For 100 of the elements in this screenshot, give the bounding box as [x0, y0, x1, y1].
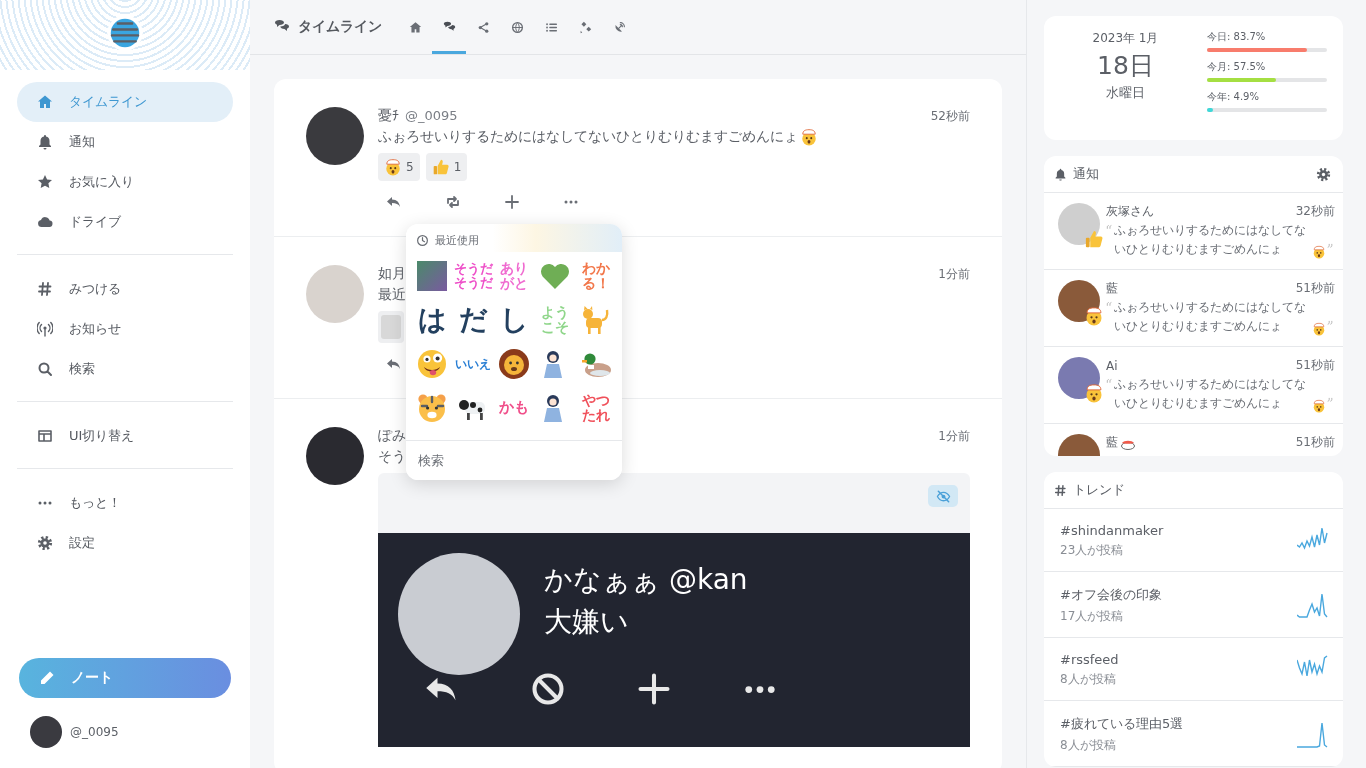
post-text: ふぉろせいりするためにはなしてないひとりむりむますごめんにょ	[378, 128, 798, 146]
notification-time: 51秒前	[1295, 280, 1335, 297]
shocked-face-icon	[1084, 383, 1104, 403]
user-name[interactable]: 灰塚さん	[1106, 203, 1154, 220]
progress-label: 今年: 4.9%	[1207, 90, 1260, 104]
day: 18日	[1097, 49, 1154, 82]
hide-image-button[interactable]	[928, 485, 958, 507]
user-name[interactable]: Ai	[1106, 358, 1118, 373]
nav-item[interactable]: 通知	[17, 122, 233, 162]
open-quote-icon	[1106, 224, 1113, 231]
user-name[interactable]: 如月	[378, 265, 406, 283]
progress-label: 今月: 57.5%	[1207, 60, 1267, 74]
open-quote-icon	[1106, 301, 1113, 308]
clock-icon	[416, 234, 429, 247]
repost-icon	[445, 194, 461, 210]
nav-item[interactable]: もっと！	[17, 483, 233, 523]
post-text: そう	[378, 448, 406, 466]
thumbs-up-icon	[1084, 229, 1104, 249]
trend-count: 8人が投稿	[1060, 671, 1117, 688]
search-icon	[37, 361, 53, 377]
avatar[interactable]	[30, 716, 62, 748]
bell-icon	[1054, 167, 1067, 181]
user-name[interactable]: ぽみ	[378, 427, 406, 445]
shocked-face-icon	[1311, 245, 1326, 259]
sticker-image	[381, 315, 401, 339]
notification-text: ふぉろせいりするためにはなしてないひとりむりむますごめんにょ	[1114, 376, 1307, 412]
user-handle[interactable]: @_0095	[405, 108, 458, 123]
trend-count: 17人が投稿	[1060, 608, 1125, 625]
logo-icon	[106, 14, 144, 52]
reaction-chip[interactable]: 5	[378, 153, 420, 181]
screenshot-user-name: かなぁぁ @kan	[544, 562, 749, 598]
sticker-text[interactable]: は	[417, 305, 447, 335]
post-time[interactable]: 1分前	[938, 266, 970, 283]
list-icon	[544, 20, 558, 34]
nav-item[interactable]: みつける	[17, 269, 233, 309]
close-quote-icon	[1326, 320, 1334, 327]
trend-tag[interactable]: #疲れている理由5選	[1060, 715, 1297, 733]
home-icon	[408, 20, 422, 34]
user-name[interactable]: 藍	[1106, 280, 1118, 297]
notification-time: 51秒前	[1295, 357, 1335, 374]
nav-item[interactable]: お知らせ	[17, 309, 233, 349]
shocked-face-icon	[1084, 306, 1104, 326]
share-icon	[476, 20, 490, 34]
plus-icon	[636, 671, 672, 707]
sticker-text[interactable]: し	[499, 305, 529, 335]
avatar[interactable]	[306, 427, 364, 485]
renote-button[interactable]	[445, 194, 461, 210]
globe-icon	[510, 20, 524, 34]
notification-time: 51秒前	[1295, 434, 1335, 451]
dish-icon	[612, 20, 626, 34]
trend-tag[interactable]: #rssfeed	[1060, 652, 1297, 667]
nav-item[interactable]: お気に入り	[17, 162, 233, 202]
notification-text: ふぉろせいりするためにはなしてないひとりむりむますごめんにょ	[1114, 222, 1307, 258]
page-title: タイムライン	[298, 18, 382, 36]
notification-text: ふぉろせいりするためにはなしてないひとりむりむますごめんにょ	[1114, 299, 1307, 335]
progress-label: 今日: 83.7%	[1207, 30, 1267, 44]
sticker-text[interactable]: だ	[458, 305, 488, 335]
close-quote-icon	[1326, 397, 1334, 404]
more-button[interactable]	[563, 200, 579, 204]
ban-icon	[530, 671, 566, 707]
trend-count: 23人が投稿	[1060, 542, 1125, 559]
post-time[interactable]: 1分前	[938, 428, 970, 445]
cloud-icon	[37, 214, 53, 230]
sticker-text[interactable]: いいえ	[454, 357, 492, 371]
panel-title: トレンド	[1073, 481, 1125, 499]
close-quote-icon	[1326, 243, 1334, 250]
settings-icon	[37, 535, 53, 551]
add-reaction-button[interactable]	[504, 194, 520, 210]
post-text: 最近	[378, 286, 406, 304]
shocked-face-icon	[384, 158, 402, 176]
reaction-chip[interactable]: 1	[425, 153, 468, 181]
trend-tag[interactable]: #オフ会後の印象	[1060, 586, 1297, 604]
nav-item[interactable]: 設定	[17, 523, 233, 563]
user-name[interactable]: 憂ﾁ	[378, 107, 399, 125]
post-time[interactable]: 52秒前	[930, 108, 970, 125]
account-handle[interactable]: @_0095	[70, 725, 119, 739]
emoji-search-field[interactable]: 検索	[406, 440, 622, 480]
antenna-icon	[37, 321, 53, 337]
eye-off-icon	[935, 488, 951, 504]
nav-item[interactable]: ドライブ	[17, 202, 233, 242]
bell-icon	[37, 134, 53, 150]
shocked-face-icon	[1311, 399, 1326, 413]
star-icon	[37, 174, 53, 190]
trend-tag[interactable]: #shindanmaker	[1060, 523, 1297, 538]
avatar[interactable]	[306, 107, 364, 165]
more-icon	[563, 200, 579, 204]
user-name[interactable]: 藍	[1106, 434, 1118, 451]
pencil-icon	[39, 670, 55, 686]
grinning-face-icon	[416, 348, 448, 380]
sticker-text[interactable]: やつたれ	[581, 393, 611, 423]
shocked-face-icon	[1311, 322, 1326, 336]
trend-count: 8人が投稿	[1060, 737, 1117, 754]
nav-item[interactable]: UI切り替え	[17, 416, 233, 456]
thumbs-up-icon	[431, 158, 450, 176]
screenshot-text: 大嫌い	[544, 604, 630, 640]
home-icon	[37, 94, 53, 110]
nav-item[interactable]: 検索	[17, 349, 233, 389]
chat-icon	[442, 20, 456, 34]
hash-icon	[37, 281, 53, 297]
year-month: 2023年 1月	[1092, 30, 1159, 47]
